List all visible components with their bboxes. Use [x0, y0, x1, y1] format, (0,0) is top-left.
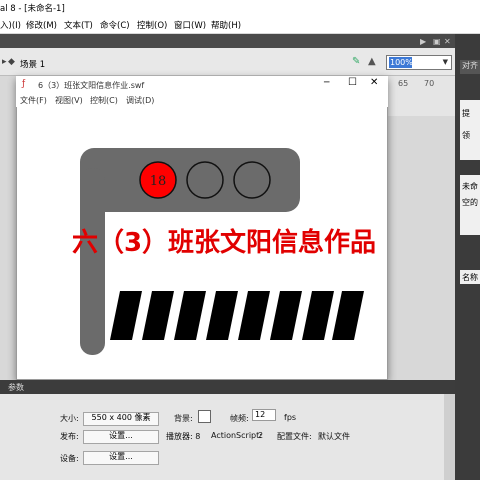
actionscript-value: 2	[258, 431, 264, 440]
edit-scene-icon[interactable]: ▲	[368, 56, 376, 67]
profile-label: 配置文件:	[277, 432, 312, 441]
publish-settings-button[interactable]: 设置...	[83, 430, 159, 444]
menu-help[interactable]: 帮助(H)	[211, 19, 241, 31]
library-status: 空的	[462, 198, 478, 207]
crosswalk-stripe	[302, 291, 334, 340]
document-size-button[interactable]: 550 x 400 像素	[83, 412, 159, 426]
swf-title-bar: ƒ 6（3）班张文阳信息作业.swf ─ ☐ ✕	[16, 76, 388, 93]
swf-menu-debug[interactable]: 调试(D)	[126, 95, 154, 106]
fps-label: 帧频:	[230, 414, 249, 423]
app-title-bar: al 8 - [未命名-1]	[0, 0, 480, 16]
crosswalk-stripe	[174, 291, 206, 340]
crosswalk-stripe	[332, 291, 364, 340]
frame-number: 70	[424, 79, 435, 88]
align-label: 提	[462, 109, 470, 118]
align-tab[interactable]: 对齐	[460, 60, 480, 74]
crosswalk-stripe	[206, 291, 238, 340]
library-panel: 未命 空的	[460, 175, 480, 235]
swf-menu-view[interactable]: 视图(V)	[55, 95, 83, 106]
background-color-swatch[interactable]	[198, 410, 211, 423]
crosswalk-stripes	[110, 291, 364, 340]
params-tab[interactable]: 参数	[8, 382, 24, 393]
panel-restore-icon[interactable]: ▣	[433, 37, 441, 46]
toolbar-strip: ▶ ▣ ✕	[0, 34, 480, 48]
zoom-select[interactable]: 100% ▼	[386, 55, 452, 70]
menu-commands[interactable]: 命令(C)	[100, 19, 130, 31]
light-number: 18	[150, 174, 167, 189]
publish-label: 发布:	[60, 432, 79, 441]
green-light	[233, 161, 271, 199]
headline-text: 六（3）班张文阳信息作品	[72, 227, 376, 258]
menu-insert[interactable]: 入)(I)	[0, 19, 21, 31]
fps-input[interactable]: 12	[252, 409, 276, 421]
close-button[interactable]: ✕	[370, 77, 378, 88]
device-settings-button[interactable]: 设置...	[83, 451, 159, 465]
edit-symbol-icon[interactable]: ✎	[352, 56, 360, 67]
zoom-value: 100%	[389, 57, 413, 68]
properties-panel: 大小: 550 x 400 像素 背景: 帧频: 12 fps 发布: 设置..…	[0, 394, 455, 480]
properties-scrollbar[interactable]	[444, 394, 455, 480]
library-column-name: 名称	[460, 270, 480, 284]
maximize-button[interactable]: ☐	[348, 77, 357, 88]
actionscript-label: ActionScript:	[211, 431, 262, 440]
panel-close-icon[interactable]: ✕	[444, 37, 451, 46]
app-title: al 8 - [未命名-1]	[0, 4, 65, 14]
menu-control[interactable]: 控制(O)	[137, 19, 167, 31]
align-panel: 提 领	[460, 100, 480, 160]
player-label: 播放器: 8	[166, 432, 201, 441]
library-name: 未命	[462, 182, 478, 191]
scene-label: 场景 1	[20, 60, 46, 70]
flash-player-icon: ƒ	[22, 79, 26, 89]
column-header: 名称	[462, 273, 478, 282]
scene-menu-icon[interactable]: ▸	[2, 57, 7, 67]
properties-header: 参数	[0, 380, 455, 394]
menu-text[interactable]: 文本(T)	[64, 19, 93, 31]
swf-menu-file[interactable]: 文件(F)	[20, 95, 47, 106]
swf-title: 6（3）班张文阳信息作业.swf	[38, 81, 145, 90]
timeline-strip	[385, 76, 455, 116]
chevron-down-icon: ▼	[442, 58, 448, 66]
menu-bar: 入)(I) 修改(M) 文本(T) 命令(C) 控制(O) 窗口(W) 帮助(H…	[0, 16, 480, 34]
profile-value: 默认文件	[318, 432, 350, 441]
crosswalk-stripe	[142, 291, 174, 340]
device-label: 设备:	[60, 454, 79, 463]
size-label: 大小:	[60, 414, 79, 423]
swf-canvas: 18 六（3）班张文阳信息作品	[72, 148, 376, 355]
swf-menu-control[interactable]: 控制(C)	[90, 95, 118, 106]
align-label: 领	[462, 131, 470, 140]
traffic-light-pole	[80, 168, 105, 355]
scene-icon: ◆	[8, 57, 15, 67]
minimize-button[interactable]: ─	[324, 78, 329, 88]
frame-number: 65	[398, 79, 409, 88]
menu-window[interactable]: 窗口(W)	[174, 19, 206, 31]
amber-light	[186, 161, 224, 199]
crosswalk-stripe	[270, 291, 302, 340]
background-label: 背景:	[174, 414, 193, 423]
crosswalk-stripe	[110, 291, 142, 340]
crosswalk-stripe	[238, 291, 270, 340]
menu-modify[interactable]: 修改(M)	[26, 19, 57, 31]
panel-collapse-icon[interactable]: ▶	[420, 37, 426, 46]
fps-unit: fps	[284, 413, 297, 422]
